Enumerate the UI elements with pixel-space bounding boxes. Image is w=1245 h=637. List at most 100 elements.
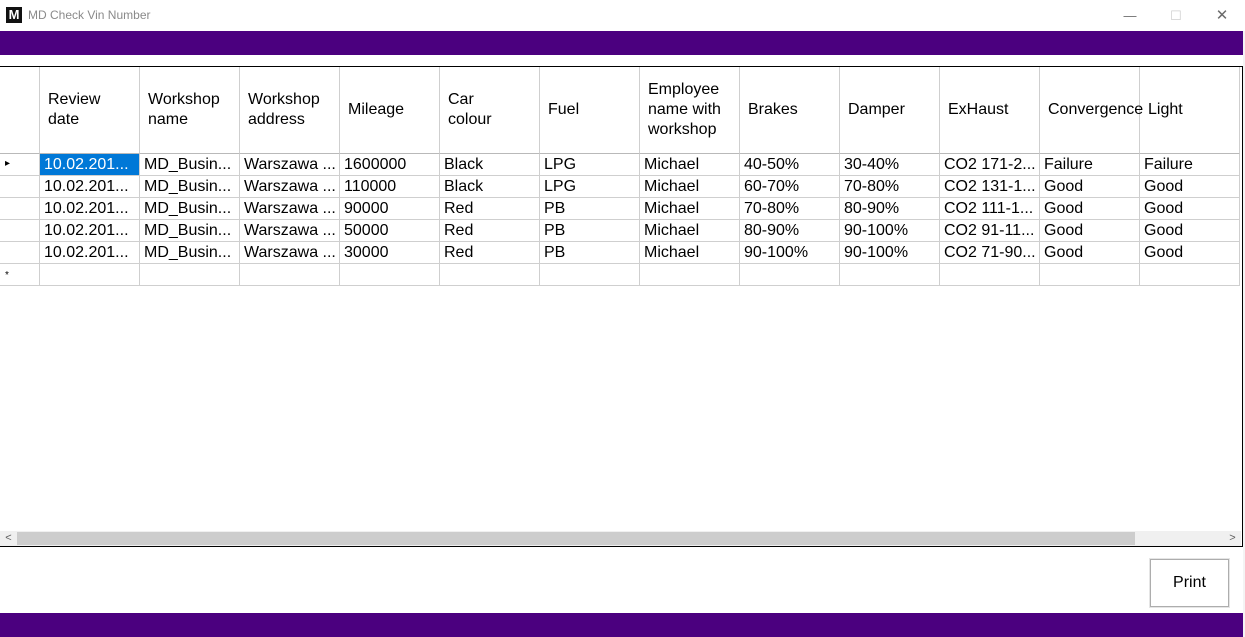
- table-cell[interactable]: MD_Busin...: [140, 154, 240, 176]
- row-header[interactable]: ▸: [0, 154, 40, 176]
- table-cell[interactable]: 40-50%: [740, 154, 840, 176]
- row-header[interactable]: [0, 242, 40, 264]
- table-cell[interactable]: [1140, 264, 1240, 286]
- table-cell[interactable]: 1600000: [340, 154, 440, 176]
- table-cell[interactable]: 50000: [340, 220, 440, 242]
- column-header[interactable]: Damper: [840, 67, 940, 154]
- table-cell[interactable]: [1040, 264, 1140, 286]
- table-cell[interactable]: [840, 264, 940, 286]
- table-row[interactable]: 10.02.201... MD_Busin... Warszawa ... 11000…: [0, 176, 1240, 198]
- table-cell[interactable]: 90-100%: [840, 220, 940, 242]
- table-cell[interactable]: 70-80%: [740, 198, 840, 220]
- table-cell[interactable]: Good: [1040, 220, 1140, 242]
- scroll-left-icon[interactable]: <: [0, 531, 17, 546]
- table-cell[interactable]: Michael: [640, 242, 740, 264]
- table-cell[interactable]: 60-70%: [740, 176, 840, 198]
- grid-corner-header[interactable]: [0, 67, 40, 154]
- table-cell[interactable]: Red: [440, 198, 540, 220]
- table-cell[interactable]: 70-80%: [840, 176, 940, 198]
- table-cell[interactable]: [640, 264, 740, 286]
- table-cell[interactable]: [740, 264, 840, 286]
- new-row-marker[interactable]: *: [0, 264, 40, 286]
- table-cell[interactable]: 110000: [340, 176, 440, 198]
- table-cell[interactable]: 10.02.201...: [40, 154, 140, 176]
- table-cell[interactable]: [40, 264, 140, 286]
- column-header[interactable]: Review date: [40, 67, 140, 154]
- table-cell[interactable]: Warszawa ...: [240, 220, 340, 242]
- table-cell[interactable]: LPG: [540, 154, 640, 176]
- table-cell[interactable]: CO2 111-1...: [940, 198, 1040, 220]
- column-header[interactable]: Mileage: [340, 67, 440, 154]
- column-header[interactable]: ExHaust: [940, 67, 1040, 154]
- new-row[interactable]: *: [0, 264, 1240, 286]
- table-cell[interactable]: MD_Busin...: [140, 176, 240, 198]
- table-cell[interactable]: [140, 264, 240, 286]
- table-cell[interactable]: Red: [440, 220, 540, 242]
- table-cell[interactable]: Red: [440, 242, 540, 264]
- column-header[interactable]: Light: [1140, 67, 1240, 154]
- table-cell[interactable]: MD_Busin...: [140, 198, 240, 220]
- table-cell[interactable]: MD_Busin...: [140, 220, 240, 242]
- table-cell[interactable]: LPG: [540, 176, 640, 198]
- column-header[interactable]: Employee name with workshop: [640, 67, 740, 154]
- row-header[interactable]: [0, 198, 40, 220]
- table-cell[interactable]: Warszawa ...: [240, 242, 340, 264]
- table-cell[interactable]: PB: [540, 220, 640, 242]
- table-cell[interactable]: 30000: [340, 242, 440, 264]
- table-cell[interactable]: Warszawa ...: [240, 198, 340, 220]
- row-header[interactable]: [0, 176, 40, 198]
- table-cell[interactable]: CO2 131-1...: [940, 176, 1040, 198]
- table-cell[interactable]: 10.02.201...: [40, 198, 140, 220]
- table-cell[interactable]: 90-100%: [840, 242, 940, 264]
- table-cell[interactable]: PB: [540, 198, 640, 220]
- table-cell[interactable]: Black: [440, 154, 540, 176]
- table-cell[interactable]: CO2 71-90...: [940, 242, 1040, 264]
- table-cell[interactable]: Michael: [640, 220, 740, 242]
- table-cell[interactable]: Michael: [640, 198, 740, 220]
- table-cell[interactable]: Good: [1140, 176, 1240, 198]
- column-header[interactable]: Car colour: [440, 67, 540, 154]
- table-cell[interactable]: CO2 91-11...: [940, 220, 1040, 242]
- table-cell[interactable]: [240, 264, 340, 286]
- table-row[interactable]: 10.02.201... MD_Busin... Warszawa ... 50000…: [0, 220, 1240, 242]
- table-cell[interactable]: Failure: [1040, 154, 1140, 176]
- table-cell[interactable]: MD_Busin...: [140, 242, 240, 264]
- table-cell[interactable]: 30-40%: [840, 154, 940, 176]
- inspection-data-grid[interactable]: Review date Workshop name Workshop address…: [0, 66, 1243, 547]
- column-header[interactable]: Workshop name: [140, 67, 240, 154]
- scrollbar-thumb[interactable]: [17, 532, 1135, 545]
- table-cell[interactable]: 80-90%: [840, 198, 940, 220]
- minimize-button[interactable]: —: [1107, 0, 1153, 31]
- table-cell[interactable]: Good: [1040, 242, 1140, 264]
- table-cell[interactable]: Good: [1140, 242, 1240, 264]
- table-cell[interactable]: 10.02.201...: [40, 242, 140, 264]
- table-row[interactable]: 10.02.201... MD_Busin... Warszawa ... 30000…: [0, 242, 1240, 264]
- table-cell[interactable]: Failure: [1140, 154, 1240, 176]
- table-cell[interactable]: PB: [540, 242, 640, 264]
- table-cell[interactable]: Warszawa ...: [240, 154, 340, 176]
- table-cell[interactable]: Michael: [640, 154, 740, 176]
- table-cell[interactable]: 80-90%: [740, 220, 840, 242]
- table-cell[interactable]: 10.02.201...: [40, 220, 140, 242]
- table-row[interactable]: ▸ 10.02.201... MD_Busin... Warszawa ... 1600…: [0, 154, 1240, 176]
- close-button[interactable]: ✕: [1199, 0, 1245, 31]
- column-header[interactable]: Workshop address: [240, 67, 340, 154]
- table-cell[interactable]: Good: [1040, 176, 1140, 198]
- table-cell[interactable]: Michael: [640, 176, 740, 198]
- maximize-button[interactable]: ☐: [1153, 0, 1199, 31]
- table-cell[interactable]: 10.02.201...: [40, 176, 140, 198]
- column-header[interactable]: Fuel: [540, 67, 640, 154]
- table-cell[interactable]: Good: [1140, 220, 1240, 242]
- scroll-right-icon[interactable]: >: [1224, 531, 1241, 546]
- print-button[interactable]: Print: [1149, 558, 1230, 608]
- table-cell[interactable]: [340, 264, 440, 286]
- column-header[interactable]: Brakes: [740, 67, 840, 154]
- table-cell[interactable]: Good: [1140, 198, 1240, 220]
- table-cell[interactable]: [440, 264, 540, 286]
- table-cell[interactable]: CO2 171-2...: [940, 154, 1040, 176]
- table-row[interactable]: 10.02.201... MD_Busin... Warszawa ... 90000…: [0, 198, 1240, 220]
- table-cell[interactable]: 90000: [340, 198, 440, 220]
- row-header[interactable]: [0, 220, 40, 242]
- horizontal-scrollbar[interactable]: < >: [0, 531, 1241, 546]
- table-cell[interactable]: Warszawa ...: [240, 176, 340, 198]
